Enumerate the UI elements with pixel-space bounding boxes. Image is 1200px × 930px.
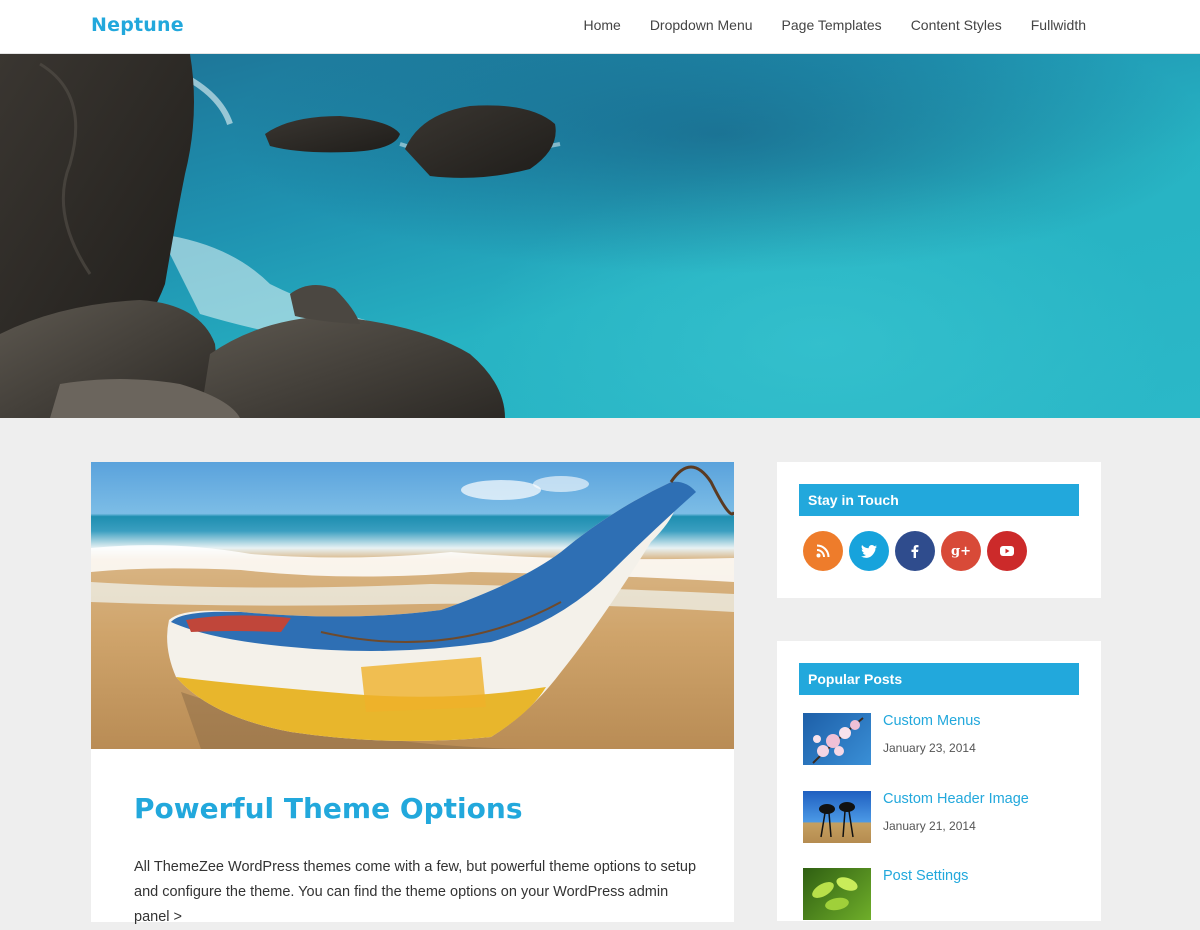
- popular-post-title[interactable]: Post Settings: [883, 868, 968, 884]
- boat-on-beach-graphic: [91, 465, 734, 749]
- coast-scene-graphic: [0, 54, 561, 418]
- youtube-icon[interactable]: [987, 531, 1027, 571]
- post-featured-image[interactable]: [91, 462, 734, 749]
- popular-post-date: January 21, 2014: [883, 819, 976, 833]
- popular-post-thumbnail[interactable]: [803, 713, 871, 765]
- post-excerpt-line-2: and configure the theme. You can find th…: [134, 884, 669, 925]
- widget-title-stay-in-touch: Stay in Touch: [799, 484, 1079, 516]
- social-icons: g+: [803, 531, 1027, 571]
- popular-post-thumbnail[interactable]: [803, 791, 871, 843]
- popular-post-thumbnail[interactable]: [803, 868, 871, 920]
- post-excerpt-line-1: All ThemeZee WordPress themes come with …: [134, 859, 697, 875]
- widget-title-popular-posts: Popular Posts: [799, 663, 1079, 695]
- nav-item-page-templates[interactable]: Page Templates: [782, 17, 882, 33]
- post-excerpt: All ThemeZee WordPress themes come with …: [134, 855, 704, 930]
- nav-item-dropdown-menu[interactable]: Dropdown Menu: [650, 17, 753, 33]
- featured-post: Powerful Theme Options All ThemeZee Word…: [91, 462, 734, 925]
- popular-post-item: Post Settings: [803, 868, 1073, 920]
- blossom-graphic: [812, 717, 864, 764]
- popular-post-item: Custom Menus January 23, 2014: [803, 713, 1073, 765]
- twitter-icon[interactable]: [849, 531, 889, 571]
- popular-post-title[interactable]: Custom Menus: [883, 713, 981, 729]
- site-header: Neptune Home Dropdown Menu Page Template…: [0, 0, 1200, 54]
- widget-popular-posts: Popular Posts Custom Menus January 23, 2…: [777, 641, 1101, 921]
- post-title[interactable]: Powerful Theme Options: [134, 792, 523, 825]
- nav-item-fullwidth[interactable]: Fullwidth: [1031, 17, 1086, 33]
- main-navigation: Home Dropdown Menu Page Templates Conten…: [583, 17, 1086, 33]
- site-title[interactable]: Neptune: [91, 14, 184, 36]
- nav-item-home[interactable]: Home: [583, 17, 620, 33]
- header-image: [0, 54, 1200, 418]
- facebook-icon[interactable]: [895, 531, 935, 571]
- google-plus-icon[interactable]: g+: [941, 531, 981, 571]
- popular-post-date: January 23, 2014: [883, 741, 976, 755]
- rss-icon[interactable]: [803, 531, 843, 571]
- nav-item-content-styles[interactable]: Content Styles: [911, 17, 1002, 33]
- leaves-graphic: [812, 877, 858, 911]
- widget-stay-in-touch: Stay in Touch g+: [777, 462, 1101, 598]
- popular-post-item: Custom Header Image January 21, 2014: [803, 791, 1073, 843]
- popular-post-title[interactable]: Custom Header Image: [883, 791, 1029, 807]
- bird-silhouette-graphic: [819, 802, 855, 838]
